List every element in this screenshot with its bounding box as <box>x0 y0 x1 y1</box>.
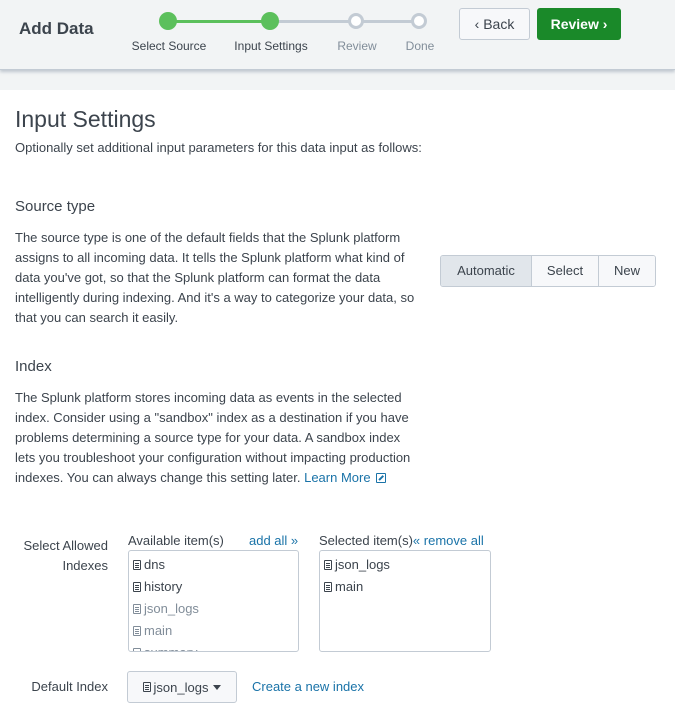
step-connector-complete <box>168 20 270 23</box>
step-connector-pending <box>270 20 419 23</box>
default-index-label: Default Index <box>31 679 108 694</box>
app-title: Add Data <box>19 19 94 38</box>
item-label: history <box>144 579 183 594</box>
step-dot-done <box>411 13 427 29</box>
index-heading: Index <box>15 358 52 375</box>
item-label: json_logs <box>144 601 199 616</box>
selected-item-json-logs[interactable]: json_logs <box>320 554 490 576</box>
page-title: Input Settings <box>15 106 156 132</box>
index-icon <box>133 648 141 651</box>
item-label: main <box>144 623 173 638</box>
step-label-review: Review <box>337 39 377 53</box>
item-label: dns <box>144 557 165 572</box>
review-button[interactable]: Review › <box>537 8 621 40</box>
item-label: summary <box>144 642 197 651</box>
index-icon <box>324 560 332 570</box>
item-label: json_logs <box>335 557 390 572</box>
step-label-done: Done <box>405 39 435 53</box>
available-items-list[interactable]: dns history json_logs main summary <box>128 550 299 652</box>
selected-item-main[interactable]: main <box>320 576 490 598</box>
remove-all-link[interactable]: « remove all <box>413 533 484 548</box>
external-link-icon <box>375 473 386 483</box>
step-label-input-settings: Input Settings <box>234 39 308 53</box>
select-allowed-indexes-label: Select Allowed Indexes <box>23 538 108 573</box>
add-all-link[interactable]: add all » <box>249 533 298 548</box>
source-type-select-button[interactable]: Select <box>532 256 599 286</box>
index-description: The Splunk platform stores incoming data… <box>15 388 415 488</box>
default-index-value: json_logs <box>153 679 209 695</box>
wizard-header: Add Data Select Source Input Settings Re… <box>0 0 675 70</box>
default-index-dropdown[interactable]: json_logs <box>127 671 237 703</box>
selected-items-title: Selected item(s) <box>319 533 413 548</box>
step-dot-input-settings <box>261 12 279 30</box>
source-type-new-button[interactable]: New <box>599 256 655 286</box>
source-type-heading: Source type <box>15 198 96 215</box>
step-dot-review <box>348 13 364 29</box>
index-icon <box>324 582 332 592</box>
available-item-main: main <box>129 620 298 642</box>
caret-down-icon <box>213 684 222 690</box>
index-icon <box>133 560 141 570</box>
back-button[interactable]: ‹ Back <box>459 8 530 40</box>
available-items-header: Available item(s) <box>128 533 224 548</box>
step-label-select-source: Select Source <box>131 39 207 53</box>
learn-more-label: Learn More <box>304 470 371 485</box>
page-subtitle: Optionally set additional input paramete… <box>15 140 422 155</box>
create-new-index-link[interactable]: Create a new index <box>252 679 364 694</box>
item-label: main <box>335 579 364 594</box>
selected-items-list[interactable]: json_logs main <box>319 550 491 652</box>
source-type-selector: Automatic Select New <box>440 255 656 287</box>
header-band <box>0 70 675 90</box>
step-dot-select-source <box>159 12 177 30</box>
available-item-history[interactable]: history <box>129 576 298 598</box>
available-item-json-logs: json_logs <box>129 598 298 620</box>
available-item-summary: summary <box>129 642 298 651</box>
selected-items-header: Selected item(s)« remove all <box>319 533 484 548</box>
learn-more-link[interactable]: Learn More <box>304 470 386 485</box>
index-icon <box>142 682 151 692</box>
available-item-dns[interactable]: dns <box>129 554 298 576</box>
index-icon <box>133 626 141 636</box>
index-icon <box>133 604 141 614</box>
source-type-automatic-button[interactable]: Automatic <box>441 256 532 286</box>
index-icon <box>133 582 141 592</box>
source-type-description: The source type is one of the default fi… <box>15 230 415 325</box>
